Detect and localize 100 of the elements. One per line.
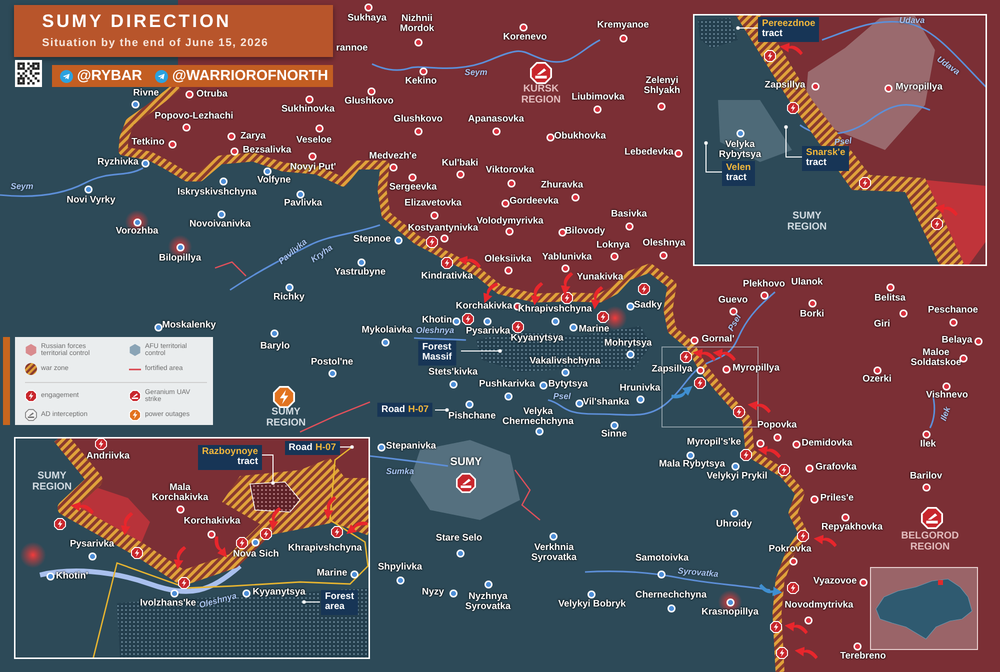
place-label: Krasnopillya	[701, 608, 759, 618]
place-label: Richky	[273, 292, 305, 304]
engagement-icon	[441, 257, 453, 269]
leader-line	[262, 454, 275, 485]
place-label: Ulanok	[791, 278, 823, 288]
place-label: Novodmytrivka	[784, 600, 854, 612]
place-label: Pavlivka	[284, 198, 322, 210]
place-label: Mohrytsya	[604, 338, 652, 350]
tract-callout: Pereezdnoe tract	[758, 17, 820, 42]
engagement-icon	[787, 582, 799, 594]
place-label: rannoe	[336, 44, 368, 54]
place-label: Volodymyrivka	[476, 216, 544, 227]
place-label: Shpylivka	[378, 562, 422, 574]
place-label: Stets'kivka	[428, 368, 478, 378]
road-callout: Road H-07	[377, 402, 433, 418]
engagement-icon	[131, 547, 143, 559]
channel-handle: @RYBAR	[77, 68, 142, 84]
engagement-icon	[770, 621, 782, 633]
river-label: Oleshnya	[416, 326, 454, 336]
place-label: Sinne	[601, 430, 627, 440]
tract-callout: Velen tract	[722, 161, 755, 186]
engagement-icon	[426, 236, 438, 248]
leader-line	[434, 408, 449, 412]
engagement-icon	[931, 218, 943, 230]
fortified-line-icon	[129, 368, 141, 370]
qr-code-icon	[15, 60, 42, 87]
place-label: Glushkovo	[393, 114, 443, 126]
place-label: Korchakivka	[184, 516, 240, 528]
place-label: Plekhovo	[742, 280, 786, 290]
forest-callout: Forest Massif	[418, 340, 456, 366]
tract-callout: Razboynoye tract	[198, 445, 262, 470]
place-label: Priles'e	[820, 494, 854, 504]
place-label: Zapsillya	[652, 364, 692, 376]
place-label: Stepnoe	[353, 234, 391, 246]
river-label: Sumka	[386, 467, 414, 477]
place-label: Moskalenky	[162, 320, 216, 332]
place-label: Elizavetovka	[404, 198, 462, 210]
place-label: Stare Selo	[436, 534, 482, 544]
river-label: Psel	[834, 136, 852, 148]
power-outage-icon	[273, 386, 295, 408]
place-label: Velykyi Bobryk	[558, 600, 626, 610]
city-label: SUMY	[450, 457, 482, 469]
place-label: Apanasovka	[468, 114, 524, 126]
place-label: Marine	[578, 324, 610, 336]
forest-area	[698, 18, 738, 48]
place-label: Marine	[316, 568, 348, 580]
place-label: Nova Sich	[233, 550, 279, 560]
place-label: Loknya	[596, 240, 630, 252]
engagement-icon	[859, 177, 871, 189]
engagement-icon	[764, 50, 776, 62]
place-label: Ozerki	[862, 374, 892, 386]
place-label: Volfyne	[257, 176, 291, 186]
leader-line	[460, 349, 502, 353]
place-label: Velyka Chernechchyna	[502, 407, 574, 427]
place-label: Chernechchyna	[635, 590, 707, 602]
counterattack-arrow-icon	[671, 386, 693, 400]
river-label: Ilek	[938, 406, 954, 422]
place-label: Repyakhovka	[821, 522, 883, 534]
place-label: Vakalivshchyna	[530, 356, 600, 368]
region-label: BELGOROD REGION	[901, 532, 959, 552]
region-label: KURSK REGION	[521, 84, 561, 106]
place-label: Belitsa	[874, 294, 906, 304]
place-label: Vil'shanka	[582, 398, 630, 408]
engagement-icon	[733, 406, 745, 418]
river	[414, 337, 466, 341]
place-label: Popovka	[757, 420, 797, 432]
attack-arrow-icon	[213, 536, 227, 558]
place-label: Nyzy	[422, 588, 444, 598]
place-label: Gordeevka	[509, 196, 559, 208]
engagement-icon	[462, 313, 474, 325]
power-outage-icon	[129, 409, 141, 421]
forest-area	[250, 482, 301, 512]
place-label: Glushkovo	[344, 96, 394, 108]
place-label: Mykolaivka	[362, 326, 412, 336]
uav-strike-icon	[921, 507, 943, 529]
engagement-icon	[680, 351, 692, 363]
river-label: Psel	[553, 392, 571, 402]
place-label: Pysarivka	[70, 540, 114, 550]
uav-strike-icon	[129, 390, 141, 402]
place-label: Mala Korchakivka	[152, 483, 208, 503]
place-label: Verkhnia Syrovatka	[531, 543, 577, 563]
engagement-icon	[778, 464, 790, 476]
region-label: SUMY REGION	[32, 472, 72, 492]
place-label: Zhuravka	[540, 180, 584, 192]
place-label: Liubimovka	[572, 92, 624, 104]
map-subtitle: Situation by the end of June 15, 2026	[42, 36, 270, 51]
place-label: Pysarivka	[466, 326, 510, 337]
place-label: Pishchane	[448, 412, 496, 422]
river-label: Seym	[464, 68, 488, 78]
place-label: Ilek	[920, 440, 936, 450]
place-label: Yunakivka	[576, 272, 624, 284]
place-label: Sukhinovka	[281, 104, 335, 116]
engagement-icon	[797, 530, 809, 542]
place-label: Sadky	[634, 300, 662, 312]
engagement-icon	[236, 537, 248, 549]
place-label: Bezsalivka	[242, 146, 292, 156]
place-label: Samotoivka	[635, 554, 689, 564]
place-label: Giri	[874, 320, 890, 330]
place-label: Novoivanivka	[189, 220, 251, 230]
place-label: Kostyantynivka	[408, 224, 478, 234]
